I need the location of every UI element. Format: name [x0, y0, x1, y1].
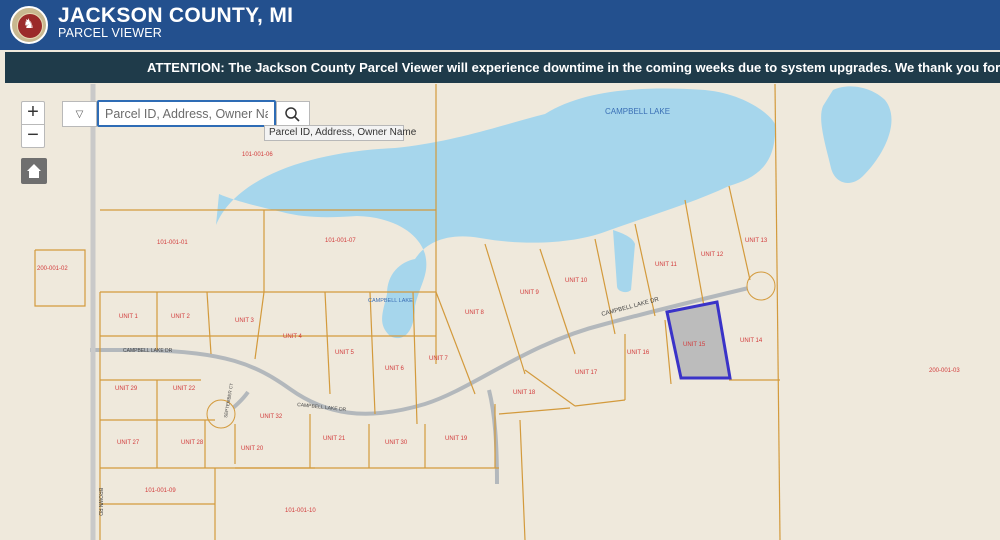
attention-banner: ATTENTION: The Jackson County Parcel Vie…	[5, 52, 1000, 83]
parcel-label: UNIT 12	[701, 252, 724, 258]
parcel-label: UNIT 8	[465, 310, 485, 316]
parcel-label: UNIT 10	[565, 278, 588, 284]
search-tooltip: Parcel ID, Address, Owner Name	[264, 125, 416, 141]
road-label: CAMPBELL LAKE DR	[123, 348, 173, 354]
search-source-dropdown[interactable]: ▽	[62, 101, 97, 127]
parcel-label: 101-001-09	[145, 488, 176, 494]
lake-label: CAMPBELL LAKE	[605, 107, 670, 116]
road-label: CAMPBELL LAKE DR	[297, 402, 347, 413]
parcel-label: 101-001-06	[242, 152, 273, 158]
roads	[90, 284, 758, 485]
parcel-map[interactable]: CAMPBELL LAKE CAMPBELL LAKE CAMPBELL LAK…	[5, 84, 1000, 540]
parcel-label: UNIT 9	[520, 290, 540, 296]
horse-icon: ♞	[23, 17, 35, 32]
parcel-label: UNIT 3	[235, 318, 255, 324]
county-seal-logo: ♞	[10, 6, 48, 44]
parcel-label: UNIT 7	[429, 356, 449, 362]
cul-de-sac	[746, 271, 776, 301]
parcel-label: UNIT 29	[115, 386, 138, 392]
search-icon	[285, 107, 300, 122]
selected-parcel-highlight[interactable]	[665, 300, 732, 380]
parcel-label: UNIT 30	[385, 440, 408, 446]
parcel-label: UNIT 32	[260, 414, 283, 420]
banner-text: ATTENTION: The Jackson County Parcel Vie…	[147, 60, 1000, 75]
parcel-label: UNIT 14	[740, 338, 763, 344]
parcel-label: UNIT 6	[385, 366, 405, 372]
parcel-label: UNIT 11	[655, 262, 677, 268]
zoom-in-button[interactable]: +	[21, 101, 45, 125]
search-button[interactable]	[276, 101, 310, 127]
parcel-label: UNIT 28	[181, 440, 204, 446]
parcel-label: 101-001-10	[285, 508, 316, 514]
road-label: BROWN RD	[97, 488, 103, 516]
parcel-label: UNIT 15	[683, 342, 706, 348]
app-title: JACKSON COUNTY, MI	[58, 4, 294, 27]
zoom-out-button[interactable]: −	[21, 124, 45, 148]
parcel-label: 200-001-03	[929, 368, 960, 374]
parcel-label: UNIT 21	[323, 436, 346, 442]
home-icon	[27, 164, 41, 178]
parcel-label: UNIT 2	[171, 314, 191, 320]
home-button[interactable]	[21, 158, 47, 184]
parcel-label: UNIT 13	[745, 238, 768, 244]
app-header: ♞ JACKSON COUNTY, MI PARCEL VIEWER	[0, 0, 1000, 50]
cul-de-sac	[206, 399, 236, 429]
parcel-label: UNIT 20	[241, 446, 264, 452]
parcel-label: UNIT 1	[119, 314, 139, 320]
map-view[interactable]: CAMPBELL LAKE CAMPBELL LAKE CAMPBELL LAK…	[5, 84, 1000, 540]
parcel-label: 101-001-07	[325, 238, 356, 244]
parcel-label: UNIT 18	[513, 390, 536, 396]
lake-label: CAMPBELL LAKE	[368, 298, 413, 304]
parcel-label: 101-001-01	[157, 240, 188, 246]
parcel-label: UNIT 19	[445, 436, 468, 442]
parcel-label: UNIT 16	[627, 350, 650, 356]
search-input[interactable]	[97, 100, 276, 127]
parcel-label: UNIT 5	[335, 350, 355, 356]
parcel-label: 200-001-02	[37, 266, 68, 272]
parcel-label: UNIT 17	[575, 370, 598, 376]
parcel-label: UNIT 4	[283, 334, 303, 340]
app-subtitle: PARCEL VIEWER	[58, 26, 163, 40]
parcel-label: UNIT 27	[117, 440, 140, 446]
parcel-label: UNIT 22	[173, 386, 196, 392]
